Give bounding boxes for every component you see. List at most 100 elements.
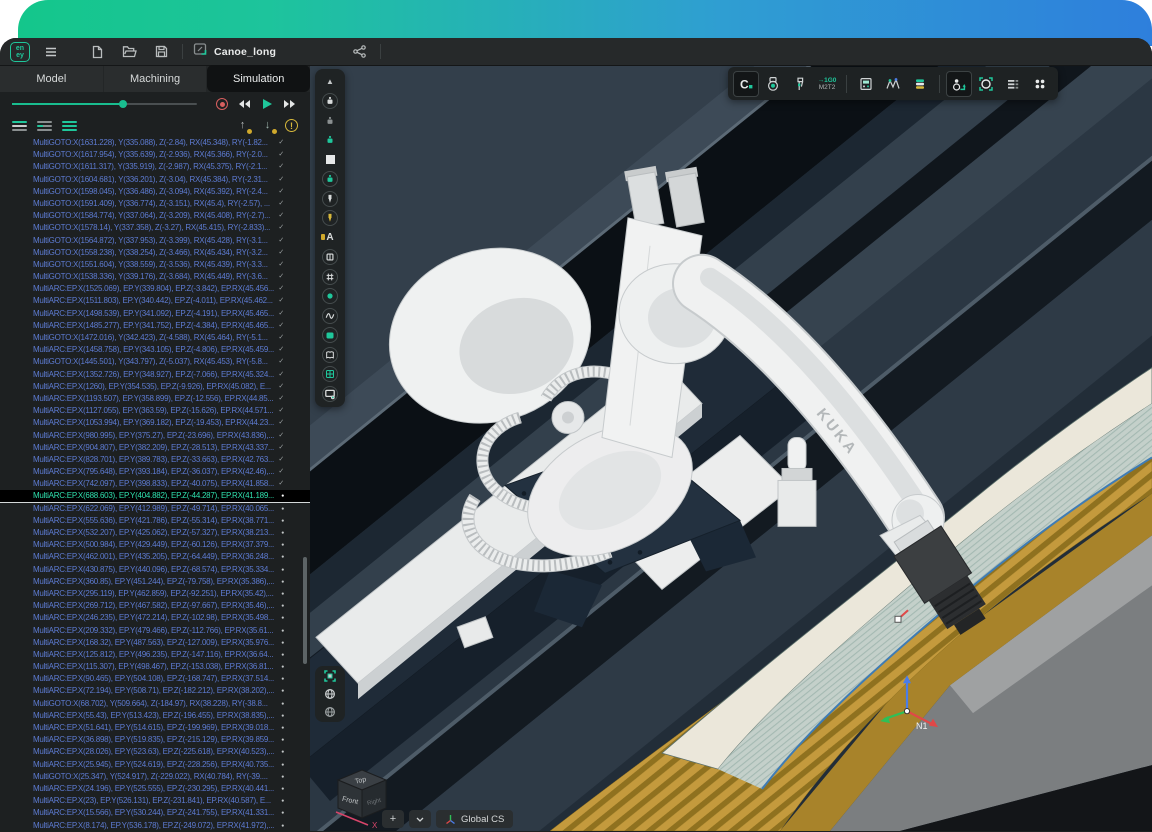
robot-ghost-icon[interactable] <box>317 111 343 131</box>
command-row[interactable]: MultiARC:EP.X(500.984), EP.Y(429.449), E… <box>0 539 310 551</box>
command-row[interactable]: MultiGOTO:X(1611.317), Y(335.919), Z(-2.… <box>0 161 310 173</box>
command-row[interactable]: MultiARC:EP.X(125.812), EP.Y(496.235), E… <box>0 649 310 661</box>
apps-grid-icon[interactable] <box>1027 71 1053 97</box>
active-cs-selector[interactable]: Global CS <box>436 810 513 828</box>
command-row[interactable]: MultiARC:EP.X(462.001), EP.Y(435.205), E… <box>0 551 310 563</box>
command-row[interactable]: MultiGOTO:X(1578.14), Y(337.358), Z(-3.2… <box>0 222 310 234</box>
monitor-view-icon[interactable] <box>317 384 343 404</box>
share-icon[interactable] <box>348 41 370 63</box>
point-display-icon[interactable] <box>317 287 343 307</box>
command-row[interactable]: MultiARC:EP.X(246.235), EP.Y(472.214), E… <box>0 612 310 624</box>
command-row[interactable]: MultiARC:EP.X(269.712), EP.Y(467.582), E… <box>0 600 310 612</box>
command-row[interactable]: MultiARC:EP.X(1127.055), EP.Y(363.59), E… <box>0 405 310 417</box>
main-menu-button[interactable] <box>40 41 62 63</box>
command-row[interactable]: MultiARC:EP.X(742.097), EP.Y(398.833), E… <box>0 478 310 490</box>
command-row[interactable]: MultiGOTO:X(1472.016), Y(342.423), Z(-4.… <box>0 332 310 344</box>
positioner-icon[interactable] <box>317 170 343 190</box>
fit-view-icon[interactable] <box>324 670 336 682</box>
command-row[interactable]: MultiARC:EP.X(555.636), EP.Y(421.786), E… <box>0 515 310 527</box>
command-row[interactable]: MultiARC:EP.X(295.119), EP.Y(462.859), E… <box>0 588 310 600</box>
gcode-program-icon[interactable]: →1G0 M2T2 <box>814 71 840 97</box>
full-list-icon[interactable] <box>62 121 77 131</box>
command-row[interactable]: MultiGOTO:X(1631.228), Y(335.088), Z(-2.… <box>0 137 310 149</box>
pan-globe-icon[interactable] <box>324 706 336 718</box>
fixture-visibility-icon[interactable] <box>317 248 343 268</box>
command-row[interactable]: MultiARC:EP.X(55.43), EP.Y(513.423), EP.… <box>0 710 310 722</box>
stock-visibility-icon[interactable] <box>317 150 343 170</box>
command-row[interactable]: MultiARC:EP.X(360.85), EP.Y(451.244), EP… <box>0 576 310 588</box>
annotations-icon[interactable]: A <box>317 228 343 248</box>
warnings-icon[interactable]: ! <box>285 119 298 132</box>
command-row[interactable]: MultiARC:EP.X(1498.539), EP.Y(341.092), … <box>0 308 310 320</box>
command-row[interactable]: MultiARC:EP.X(430.875), EP.Y(440.096), E… <box>0 564 310 576</box>
command-row[interactable]: MultiGOTO:X(1598.045), Y(336.486), Z(-3.… <box>0 186 310 198</box>
step-up-icon[interactable]: ↑ <box>235 119 250 133</box>
robot-visibility-icon[interactable] <box>317 92 343 112</box>
command-row[interactable]: MultiARC:EP.X(115.307), EP.Y(498.467), E… <box>0 661 310 673</box>
open-file-button[interactable] <box>118 41 140 63</box>
simulation-progress-slider[interactable] <box>12 98 197 110</box>
command-row[interactable]: MultiGOTO:X(1445.501), Y(343.797), Z(-5.… <box>0 356 310 368</box>
new-file-button[interactable] <box>86 41 108 63</box>
orbit-globe-icon[interactable] <box>324 688 336 700</box>
command-row[interactable]: MultiGOTO:X(25.347), Y(524.917), Z(-229.… <box>0 771 310 783</box>
stop-record-button[interactable] <box>214 95 230 113</box>
tab-machining[interactable]: Machining <box>104 66 207 92</box>
command-row[interactable]: MultiARC:EP.X(8.174), EP.Y(536.178), EP.… <box>0 820 310 832</box>
tab-simulation[interactable]: Simulation <box>207 65 310 92</box>
command-row[interactable]: MultiARC:EP.X(904.807), EP.Y(382.209), E… <box>0 442 310 454</box>
command-row[interactable]: MultiGOTO:X(1584.774), Y(337.064), Z(-3.… <box>0 210 310 222</box>
command-row[interactable]: MultiARC:EP.X(1193.507), EP.Y(358.899), … <box>0 393 310 405</box>
command-row[interactable]: MultiARC:EP.X(1485.277), EP.Y(341.752), … <box>0 320 310 332</box>
command-row[interactable]: MultiARC:EP.X(532.207), EP.Y(425.062), E… <box>0 527 310 539</box>
command-row[interactable]: MultiGOTO:X(1564.872), Y(337.953), Z(-3.… <box>0 235 310 247</box>
command-row[interactable]: MultiARC:EP.X(24.196), EP.Y(525.555), EP… <box>0 783 310 795</box>
trace-mode-icon[interactable] <box>946 71 972 97</box>
command-row[interactable]: MultiARC:EP.X(1352.726), EP.Y(348.927), … <box>0 369 310 381</box>
mesh-pattern-icon[interactable] <box>317 267 343 287</box>
command-row[interactable]: MultiARC:EP.X(168.32), EP.Y(487.563), EP… <box>0 637 310 649</box>
command-row[interactable]: MultiGOTO:X(1538.336), Y(339.176), Z(-3.… <box>0 271 310 283</box>
command-row[interactable]: MultiARC:EP.X(828.701), EP.Y(389.783), E… <box>0 454 310 466</box>
tool-active-icon[interactable] <box>317 209 343 229</box>
command-row[interactable]: MultiARC:EP.X(51.641), EP.Y(514.615), EP… <box>0 722 310 734</box>
grid-display-icon[interactable] <box>317 365 343 385</box>
robot-active-icon[interactable] <box>317 131 343 151</box>
display-options-icon[interactable] <box>1000 71 1026 97</box>
command-row[interactable]: MultiARC:EP.X(23), EP.Y(526.131), EP.Z(-… <box>0 795 310 807</box>
command-row[interactable]: MultiARC:EP.X(36.898), EP.Y(519.835), EP… <box>0 734 310 746</box>
command-row[interactable]: MultiGOTO:X(1617.954), Y(335.639), Z(-2.… <box>0 149 310 161</box>
fast-forward-button[interactable] <box>282 95 298 113</box>
play-button[interactable] <box>259 95 275 113</box>
command-row[interactable]: MultiARC:EP.X(795.648), EP.Y(393.184), E… <box>0 466 310 478</box>
command-row[interactable]: MultiARC:EP.X(622.069), EP.Y(412.989), E… <box>0 503 310 515</box>
trajectory-curve-icon[interactable] <box>317 306 343 326</box>
command-row[interactable]: MultiARC:EP.X(980.995), EP.Y(375.27), EP… <box>0 430 310 442</box>
slider-thumb[interactable] <box>119 100 127 108</box>
command-row[interactable]: MultiARC:EP.X(72.194), EP.Y(508.71), EP.… <box>0 685 310 697</box>
command-row[interactable]: MultiARC:EP.X(1511.803), EP.Y(340.442), … <box>0 295 310 307</box>
command-row[interactable]: MultiGOTO:X(1558.238), Y(338.254), Z(-3.… <box>0 247 310 259</box>
toolpath-curves-icon[interactable] <box>880 71 906 97</box>
command-list[interactable]: MultiGOTO:X(1631.228), Y(335.088), Z(-2.… <box>0 135 310 831</box>
layers-stack-icon[interactable] <box>907 71 933 97</box>
command-row[interactable]: MultiARC:EP.X(90.465), EP.Y(504.108), EP… <box>0 673 310 685</box>
command-row[interactable]: MultiARC:EP.X(1525.069), EP.Y(339.804), … <box>0 283 310 295</box>
coordinate-system-icon[interactable]: C <box>733 71 759 97</box>
step-down-icon[interactable]: ↓ <box>260 119 275 133</box>
app-logo-icon[interactable]: en ey <box>10 42 30 62</box>
controller-panel-icon[interactable] <box>853 71 879 97</box>
command-row[interactable]: MultiGOTO:X(68.702), Y(509.664), Z(-184.… <box>0 698 310 710</box>
measure-caliper-icon[interactable] <box>787 71 813 97</box>
command-row[interactable]: MultiARC:EP.X(688.603), EP.Y(404.882), E… <box>0 490 310 502</box>
save-button[interactable] <box>150 41 172 63</box>
tool-visibility-icon[interactable] <box>317 189 343 209</box>
command-row[interactable]: MultiARC:EP.X(25.945), EP.Y(524.619), EP… <box>0 759 310 771</box>
command-row[interactable]: MultiARC:EP.X(1260), EP.Y(354.535), EP.Z… <box>0 381 310 393</box>
collapse-toolbar-icon[interactable]: ▲ <box>317 72 343 92</box>
focus-target-icon[interactable] <box>973 71 999 97</box>
list-view-icon[interactable] <box>12 121 27 131</box>
goto-current-line-icon[interactable] <box>37 121 52 131</box>
command-row[interactable]: MultiARC:EP.X(15.566), EP.Y(530.244), EP… <box>0 807 310 819</box>
tab-model[interactable]: Model <box>0 66 103 92</box>
